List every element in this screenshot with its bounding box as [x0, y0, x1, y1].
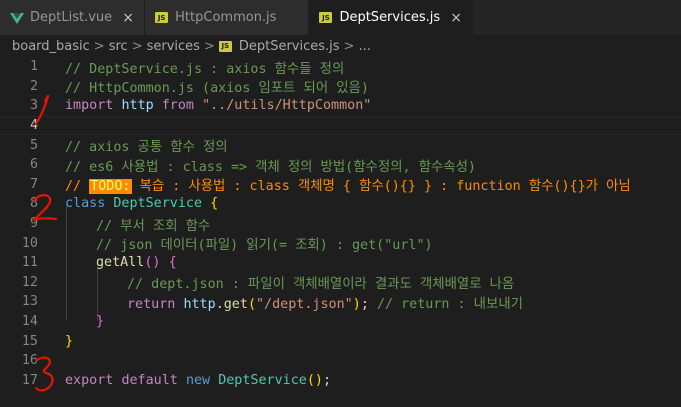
tab-deptlist-vue[interactable]: DeptList.vue ×: [0, 0, 146, 35]
breadcrumb-item-services[interactable]: services: [147, 39, 200, 54]
breadcrumb-item-file[interactable]: DeptServices.js: [239, 39, 340, 54]
tab-deptservices-js[interactable]: JS DeptServices.js ×: [309, 0, 474, 35]
code-line-17: 17 export default new DeptService();: [0, 371, 681, 391]
code-line-9: 9 // 부서 조회 함수: [0, 214, 681, 234]
comment-slashes: //: [65, 179, 90, 195]
code-line-1: 1 // DeptService.js : axios 함수들 정의: [0, 57, 681, 77]
comment: // es6 사용법 : class => 객체 정의 방법(함수정의, 함수속…: [65, 159, 476, 175]
parens: (): [306, 372, 323, 388]
paren-close: ): [352, 296, 361, 312]
breadcrumb-item-board-basic[interactable]: board_basic: [12, 39, 90, 54]
line-number: 14: [21, 314, 38, 330]
breadcrumb-separator: >: [343, 38, 355, 54]
code-line-11: 11 getAll() {: [0, 253, 681, 273]
comment: // DeptService.js : axios 함수들 정의: [65, 61, 345, 77]
line-number: 13: [21, 294, 38, 310]
code-line-4-current: 4: [0, 115, 681, 136]
tab-label: DeptServices.js: [339, 10, 441, 25]
todo-highlight: TODO:: [89, 179, 132, 195]
comment: // json 데이터(파일) 읽기(= 조회) : get("url"): [96, 238, 433, 254]
vue-file-icon: [10, 12, 24, 24]
keyword-return: return: [127, 296, 176, 312]
code-editor[interactable]: 1 // DeptService.js : axios 함수들 정의 2 // …: [0, 57, 681, 407]
tab-label: DeptList.vue: [30, 10, 113, 25]
comment: // return : 내보내기: [376, 296, 523, 312]
class-name: DeptService: [218, 372, 307, 388]
brace: {: [168, 255, 177, 271]
code-line-12: 12 // dept.json : 파일이 객체배열이라 결과도 객체배열로 나…: [0, 273, 681, 293]
tab-httpcommon-js[interactable]: JS HttpCommon.js: [145, 0, 310, 35]
brace: }: [96, 314, 105, 330]
code-line-15: 15 }: [0, 331, 681, 351]
breadcrumb-separator: >: [131, 38, 143, 54]
breadcrumb-separator: >: [93, 38, 105, 54]
code-line-5: 5 // axios 공통 함수 정의: [0, 135, 681, 156]
parens: (): [144, 255, 161, 271]
line-number: 6: [29, 157, 38, 173]
identifier-http: http: [121, 98, 154, 114]
code-line-6: 6 // es6 사용법 : class => 객체 정의 방법(함수정의, 함…: [0, 155, 681, 175]
paren-open: (: [247, 296, 256, 312]
brace: }: [65, 333, 74, 349]
breadcrumb-item-src[interactable]: src: [109, 39, 128, 54]
editor-tab-bar: DeptList.vue × JS HttpCommon.js JS DeptS…: [0, 0, 681, 35]
comment: // axios 공통 함수 정의: [65, 140, 228, 156]
keyword-from: from: [161, 98, 194, 114]
breadcrumb-separator: >: [203, 38, 215, 54]
keyword-export: export: [65, 372, 114, 388]
line-number: 1: [29, 59, 38, 75]
string-literal: "../utils/HttpCommon": [202, 98, 372, 114]
line-number: 12: [21, 274, 38, 290]
code-line-16: 16: [0, 351, 681, 371]
identifier-http: http: [183, 296, 216, 312]
line-number: 15: [21, 333, 38, 349]
js-file-icon: JS: [155, 12, 169, 23]
comment: // dept.json : 파일이 객체배열이라 결과도 객체배열로 나옴: [127, 277, 515, 293]
line-number: 11: [21, 255, 38, 271]
line-number: 5: [29, 137, 38, 153]
method-get: get: [223, 296, 248, 312]
handwritten-mark-2: [32, 194, 58, 222]
keyword-class: class: [65, 196, 106, 212]
method-name: getAll: [96, 255, 145, 271]
breadcrumb-item-symbols[interactable]: ...: [358, 39, 370, 54]
semicolon: ;: [360, 296, 369, 312]
close-icon[interactable]: ×: [448, 10, 464, 26]
todo-comment: 복습 : 사용법 : class 객체명 { 함수(){} } : functi…: [131, 179, 631, 195]
keyword-import: import: [65, 98, 114, 114]
code-line-14: 14 }: [0, 312, 681, 332]
keyword-new: new: [185, 372, 211, 388]
comment: // HttpCommon.js (axios 임포트 되어 있음): [65, 81, 369, 97]
tab-label: HttpCommon.js: [175, 10, 277, 25]
string-literal: "/dept.json": [256, 296, 353, 312]
handwritten-mark-3: [34, 356, 54, 392]
code-line-13: 13 return http.get("/dept.json"); // ret…: [0, 292, 681, 312]
code-line-10: 10 // json 데이터(파일) 읽기(= 조회) : get("url"): [0, 233, 681, 254]
js-file-icon: JS: [319, 12, 333, 23]
code-line-7: 7 // TODO: 복습 : 사용법 : class 객체명 { 함수(){}…: [0, 175, 681, 195]
comment: // 부서 조회 함수: [96, 218, 211, 234]
code-line-3: 3 import http from "../utils/HttpCommon": [0, 96, 681, 116]
js-file-icon: JS: [218, 40, 232, 52]
code-line-2: 2 // HttpCommon.js (axios 임포트 되어 있음): [0, 77, 681, 97]
breadcrumb: board_basic > src > services > JS DeptSe…: [0, 35, 681, 57]
keyword-default: default: [121, 372, 178, 388]
line-number: 10: [21, 235, 38, 251]
handwritten-mark-1: [34, 94, 50, 126]
brace: {: [210, 196, 219, 212]
class-name: DeptService: [113, 196, 203, 212]
semicolon: ;: [323, 372, 332, 388]
line-number: 7: [29, 176, 38, 192]
code-line-8: 8 class DeptService {: [0, 194, 681, 214]
close-icon[interactable]: ×: [120, 10, 136, 26]
dot: .: [215, 296, 224, 312]
